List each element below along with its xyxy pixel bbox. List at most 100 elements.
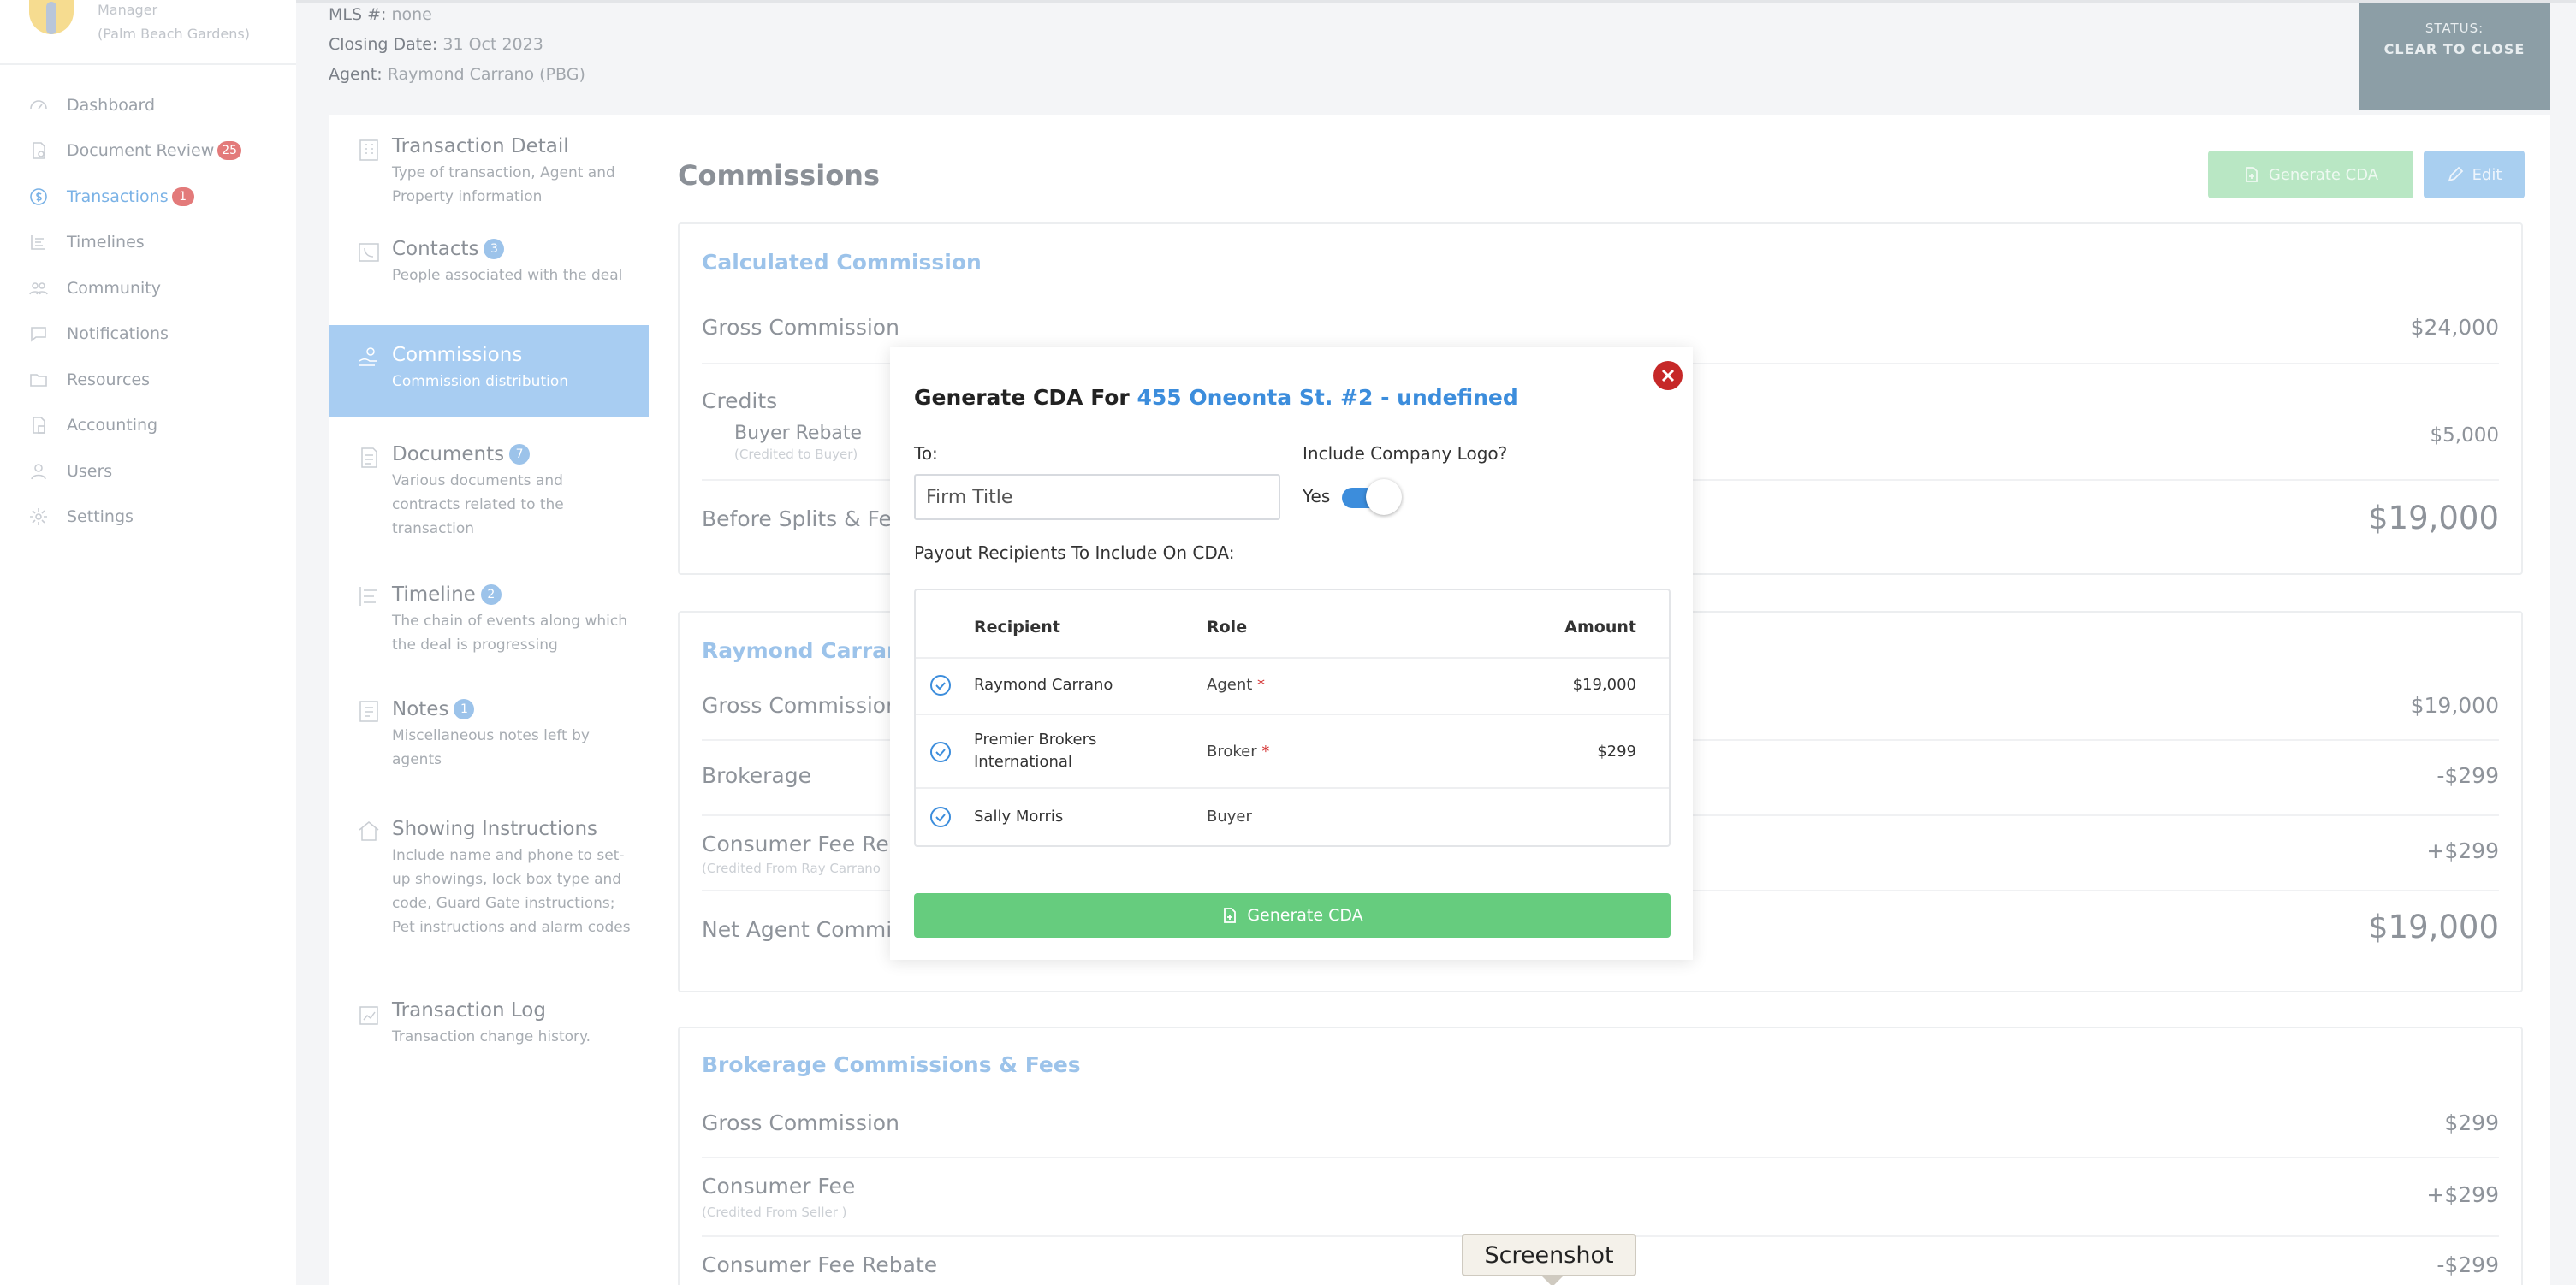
tab-contacts[interactable]: Contacts 3 People associated with the dea… (329, 221, 649, 305)
table-row: Raymond Carrano Agent * $19,000 (916, 659, 1669, 715)
row-value: -$299 (2437, 763, 2499, 788)
sidebar-item-label: Notifications (67, 324, 169, 344)
generate-cda-label: Generate CDA (1247, 906, 1363, 925)
screenshot-tooltip: Screenshot (1462, 1234, 1636, 1285)
tab-title: Timeline (392, 583, 476, 606)
include-logo-toggle[interactable] (1342, 479, 1402, 515)
sidebar-item-dashboard[interactable]: Dashboard (0, 82, 296, 128)
modal-title-address: 455 Oneonta St. #2 - undefined (1137, 385, 1518, 410)
recipient-name: Raymond Carrano (974, 676, 1113, 694)
document-plus-icon (1221, 907, 1238, 924)
recipient-checkbox[interactable] (929, 741, 952, 763)
sidebar-item-label: Document Review (67, 141, 215, 161)
agent-label: Agent: (329, 65, 383, 84)
recipient-role: Buyer (1207, 808, 1252, 826)
tab-desc: Include name and phone to set-up showing… (392, 847, 631, 936)
timeline-badge: 2 (480, 584, 502, 605)
row-value: -$299 (2437, 1252, 2499, 1277)
tab-commissions[interactable]: Commissions Commission distribution (329, 325, 649, 417)
dollar-icon (27, 186, 50, 208)
commission-hand-icon (356, 344, 383, 371)
agent-line: Agent: Raymond Carrano (PBG) (329, 60, 585, 90)
required-marker: * (1257, 676, 1266, 694)
to-label: To: (914, 443, 938, 464)
notes-badge: 1 (454, 699, 475, 719)
sidebar-item-users[interactable]: Users (0, 448, 296, 494)
row-value: +$299 (2426, 1182, 2499, 1207)
row-label: Brokerage (702, 763, 811, 788)
sidebar-item-document-review[interactable]: Document Review 25 (0, 128, 296, 175)
recipients-table: Recipient Role Amount Raymond Carrano Ag… (914, 589, 1671, 847)
settings-icon (27, 506, 50, 528)
tab-documents[interactable]: Documents 7 Various documents and contrac… (329, 424, 649, 553)
row-sub: (Credited From Seller ) (702, 1205, 847, 1220)
recipient-role: Broker * (1207, 743, 1269, 761)
include-logo-label: Include Company Logo? (1303, 443, 1508, 464)
sidebar-item-community[interactable]: Community (0, 265, 296, 311)
row-label: Consumer Fee Rebate (702, 1252, 938, 1277)
house-icon (356, 818, 383, 845)
close-button[interactable] (1653, 361, 1683, 390)
tab-timeline[interactable]: Timeline 2 The chain of events along whic… (329, 568, 649, 671)
page-title: Commissions (678, 159, 880, 192)
sidebar-item-timelines[interactable]: Timelines (0, 220, 296, 266)
documents-badge: 7 (509, 444, 531, 465)
tab-transaction-detail[interactable]: Transaction Detail Type of transaction, … (329, 115, 649, 216)
row-label: Before Splits & Fee (702, 506, 905, 531)
closing-date-label: Closing Date: (329, 35, 438, 54)
resources-icon (27, 369, 50, 391)
document-icon (356, 445, 383, 472)
contacts-badge: 3 (484, 239, 505, 259)
generate-cda-button[interactable]: Generate CDA (2208, 151, 2413, 198)
notes-icon (356, 698, 383, 725)
sidebar-item-resources[interactable]: Resources (0, 357, 296, 403)
modal-generate-cda-button[interactable]: Generate CDA (914, 893, 1671, 938)
toggle-knob (1366, 479, 1402, 515)
user-block[interactable]: Manager (Palm Beach Gardens) (0, 0, 296, 65)
tab-showing-instructions[interactable]: Showing Instructions Include name and ph… (329, 808, 649, 979)
avatar[interactable] (29, 0, 74, 34)
tab-title: Documents (392, 443, 505, 465)
recipient-checkbox[interactable] (929, 806, 952, 828)
row-value: $24,000 (2410, 315, 2499, 340)
brokerage-gross-row: Gross Commission $299 (702, 1090, 2499, 1158)
tab-title: Notes (392, 698, 449, 720)
tab-title: Transaction Log (392, 999, 546, 1021)
sidebar-item-notifications[interactable]: Notifications (0, 311, 296, 358)
generate-cda-modal: Generate CDA For 455 Oneonta St. #2 - un… (890, 347, 1693, 960)
tab-desc: Transaction change history. (392, 1028, 591, 1045)
recipient-role-text: Agent (1207, 676, 1253, 694)
sidebar-item-transactions[interactable]: Transactions 1 (0, 174, 296, 220)
check-circle-icon (930, 742, 951, 762)
sidebar-item-accounting[interactable]: Accounting (0, 403, 296, 449)
user-office: (Palm Beach Gardens) (98, 26, 250, 42)
tab-desc: Type of transaction, Agent and Property … (392, 164, 615, 205)
row-label: Gross Commission (702, 315, 899, 340)
recipient-role-text: Buyer (1207, 808, 1252, 826)
table-row: Sally Morris Buyer (916, 789, 1669, 845)
edit-button[interactable]: Edit (2424, 151, 2525, 198)
status-badge: STATUS: CLEAR TO CLOSE (2359, 3, 2550, 110)
required-marker: * (1261, 743, 1270, 761)
sidebar-item-settings[interactable]: Settings (0, 494, 296, 541)
community-icon (27, 277, 50, 299)
recipient-checkbox[interactable] (929, 674, 952, 696)
close-icon (1661, 369, 1675, 382)
card-title: Raymond Carrano (702, 638, 917, 663)
tab-title-row: Documents 7 (392, 443, 632, 465)
dashboard-icon (27, 94, 50, 116)
tab-notes[interactable]: Notes 1 Miscellaneous notes left by agent… (329, 686, 649, 789)
tab-transaction-log[interactable]: Transaction Log Transaction change histo… (329, 979, 649, 1064)
users-icon (27, 460, 50, 483)
user-role: Manager (98, 2, 158, 18)
recipient-amount: $19,000 (1572, 676, 1636, 694)
table-header: Recipient Role Amount (916, 590, 1669, 659)
accounting-icon (27, 414, 50, 436)
document-review-badge: 25 (217, 141, 242, 161)
row-value: $19,000 (2367, 909, 2499, 945)
sidebar-item-label: Settings (67, 507, 134, 527)
row-value: $19,000 (2367, 500, 2499, 536)
closing-date-line: Closing Date: 31 Oct 2023 (329, 30, 585, 60)
consumer-fee-row: Consumer Fee (Credited From Seller ) +$2… (702, 1158, 2499, 1237)
to-input[interactable]: Firm Title (914, 474, 1280, 520)
